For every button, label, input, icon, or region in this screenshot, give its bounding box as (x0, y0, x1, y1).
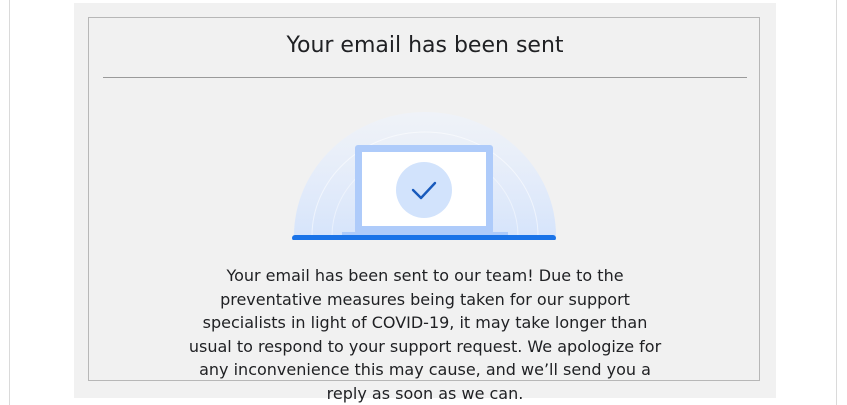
laptop-base (292, 235, 556, 240)
confirmation-card: Your email has been sent Your email has … (88, 17, 760, 403)
dialog-title: Your email has been sent (286, 33, 564, 58)
right-border (836, 0, 837, 405)
left-border (9, 0, 10, 405)
confirmation-panel: Your email has been sent Your email has … (74, 3, 776, 403)
laptop-checkmark-icon (292, 112, 556, 240)
check-circle (396, 162, 452, 218)
page: Your email has been sent Your email has … (0, 0, 847, 405)
confirmation-message: Your email has been sent to our team! Du… (188, 266, 662, 403)
title-divider (103, 77, 747, 78)
